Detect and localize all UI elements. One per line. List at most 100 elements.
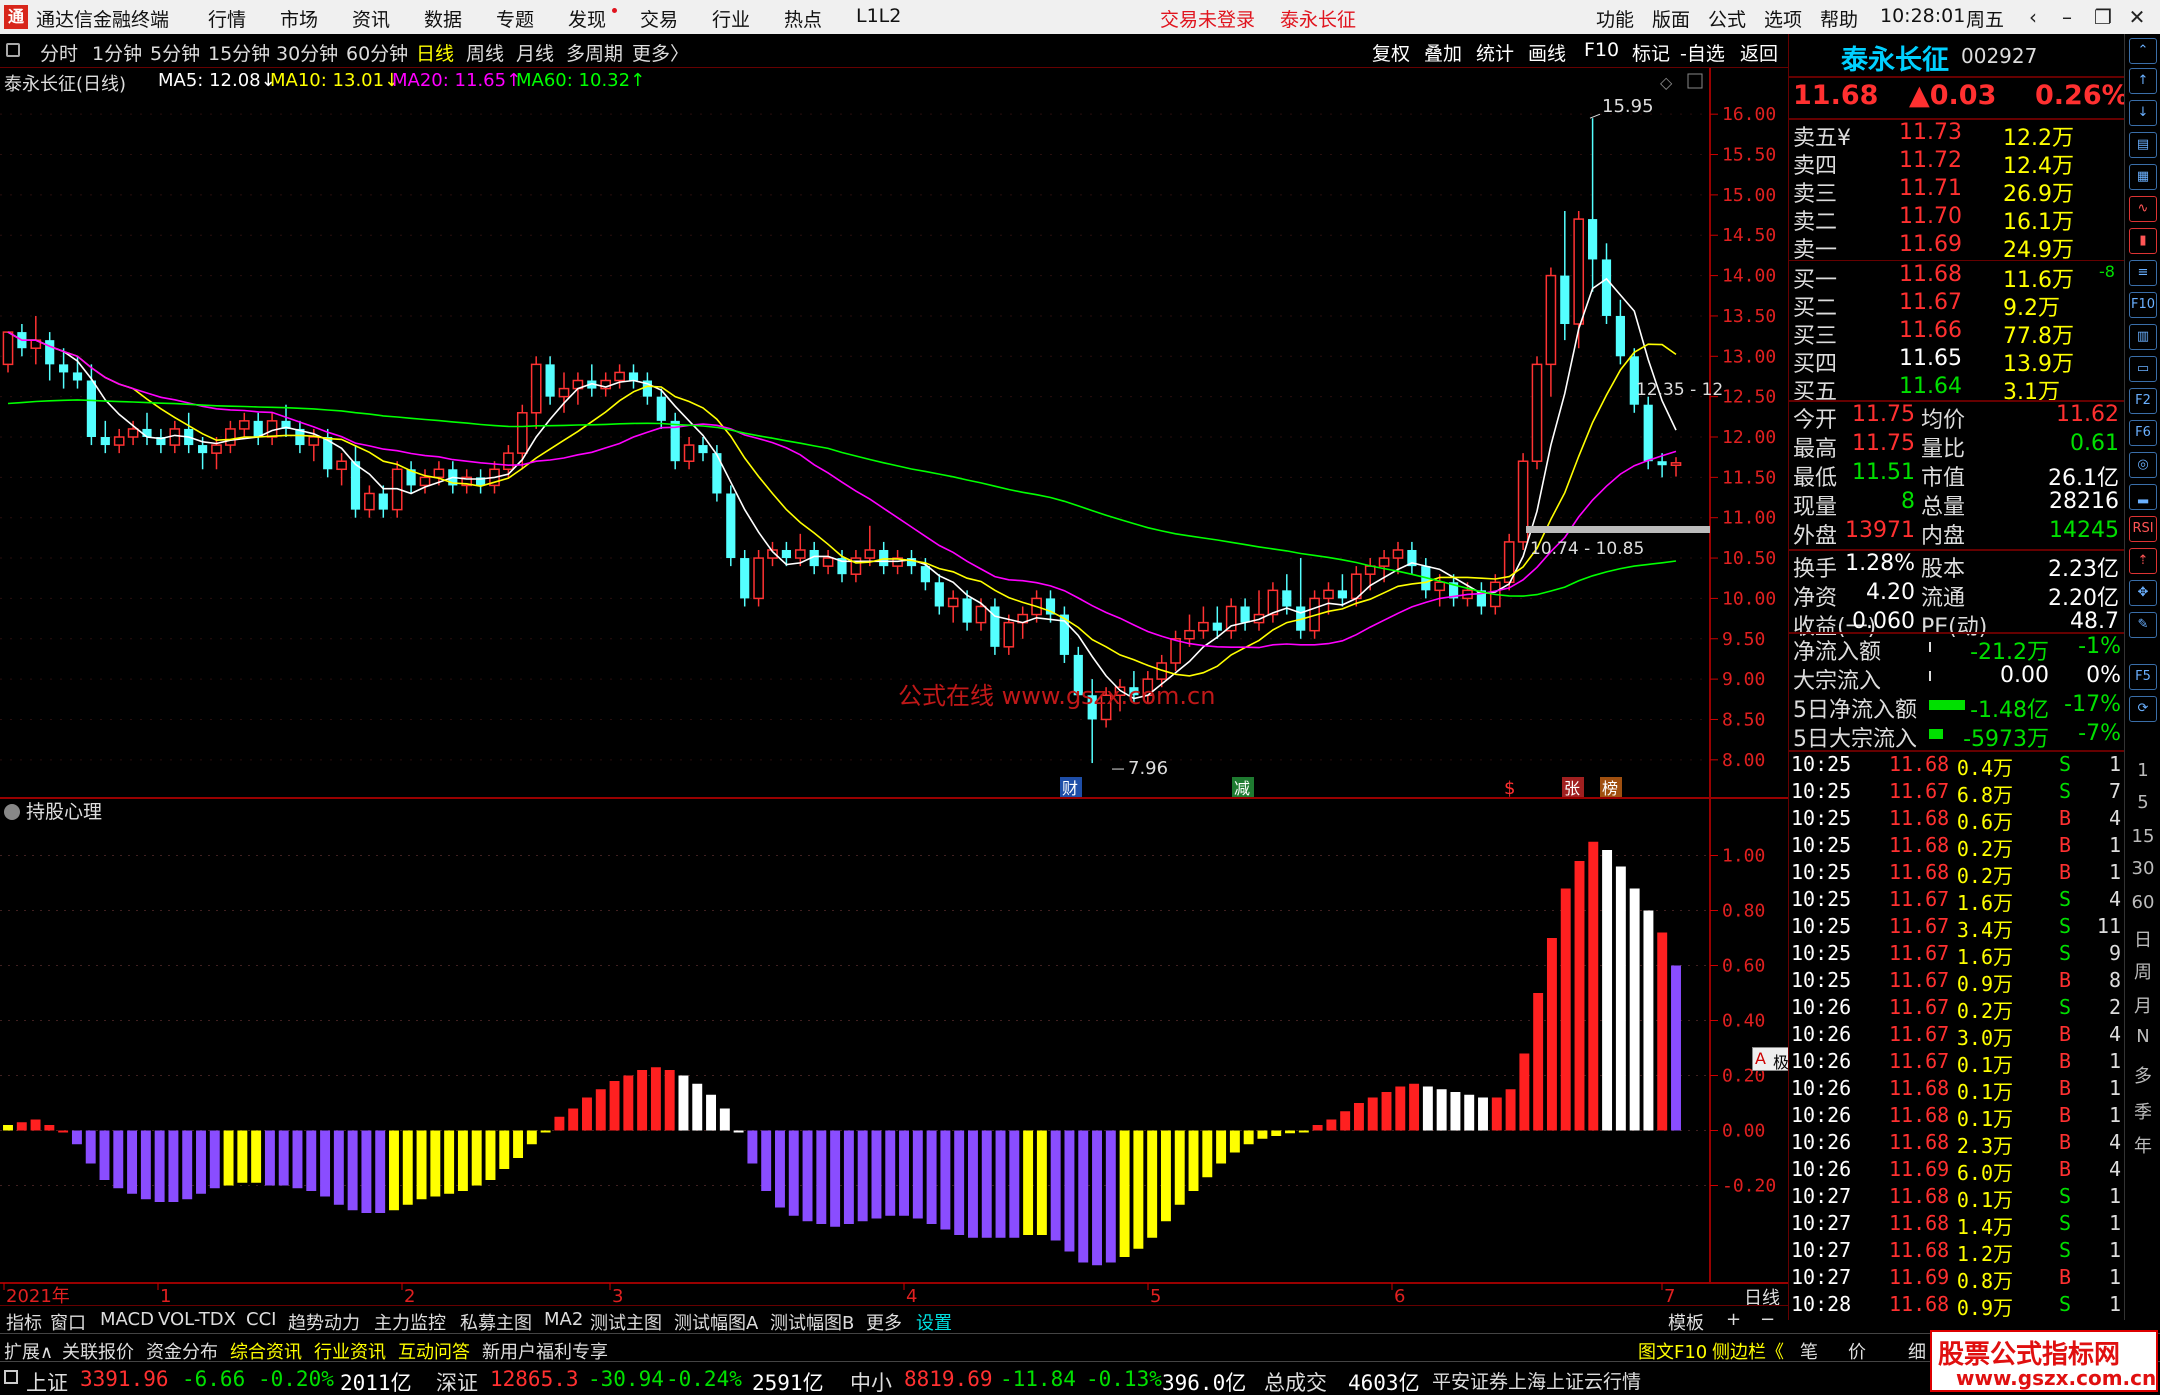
bid-row[interactable]: 买四 11.65 13.9万: [1789, 346, 2125, 377]
back-icon[interactable]: ‹: [2016, 2, 2050, 32]
candle[interactable]: [600, 372, 612, 397]
candle[interactable]: [406, 461, 416, 494]
menu-jiaoyi[interactable]: 交易: [640, 5, 678, 32]
indicator-tab-4[interactable]: CCI: [242, 1309, 280, 1330]
marker-dollar[interactable]: $: [1504, 778, 1515, 799]
ask-row[interactable]: 卖四 11.72 12.4万: [1789, 148, 2125, 179]
minimize-icon[interactable]: –: [2050, 2, 2084, 32]
candle[interactable]: [1240, 598, 1250, 631]
ime-a-icon[interactable]: A: [1755, 1049, 1766, 1068]
indicator-tab-6[interactable]: 主力监控: [370, 1309, 450, 1335]
candle[interactable]: [1615, 299, 1625, 365]
menu-hangye[interactable]: 行业: [712, 5, 750, 32]
indicator-tab-9[interactable]: 测试主图: [586, 1309, 666, 1335]
close-icon[interactable]: ✕: [2120, 2, 2154, 32]
sidebar-period-9[interactable]: 多: [2131, 1062, 2155, 1088]
menu-bangzhu[interactable]: 帮助: [1820, 5, 1858, 32]
sh-label[interactable]: 上证: [26, 1367, 68, 1395]
menu-gongshi[interactable]: 公式: [1708, 5, 1746, 32]
candle[interactable]: [1253, 590, 1265, 631]
candle[interactable]: [670, 412, 680, 470]
arrow-down-icon[interactable]: ↓: [2129, 100, 2157, 126]
marker-cai[interactable]: 财: [1062, 779, 1078, 798]
btn-zixuan[interactable]: -自选: [1680, 39, 1725, 66]
period-30min[interactable]: 30分钟: [276, 39, 338, 66]
target-icon[interactable]: ◎: [2129, 452, 2157, 478]
candle[interactable]: [906, 549, 917, 575]
candle[interactable]: [530, 356, 542, 429]
indicator-tab-11[interactable]: 测试幅图B: [766, 1309, 858, 1335]
ask-row[interactable]: 卖五¥ 11.73 12.2万: [1789, 120, 2125, 151]
menu-hangqing[interactable]: 行情: [208, 5, 246, 32]
refresh-icon[interactable]: ⟳: [2129, 696, 2157, 722]
period-1min[interactable]: 1分钟: [92, 39, 142, 66]
period-5min[interactable]: 5分钟: [150, 39, 200, 66]
indicator-tab-1[interactable]: 窗口: [46, 1309, 90, 1335]
menu-faxian[interactable]: 发现: [568, 5, 606, 32]
candle[interactable]: [740, 549, 750, 607]
candle[interactable]: [726, 485, 736, 567]
grid-icon[interactable]: ▦: [2129, 164, 2157, 190]
chart-canvas[interactable]: 16.00 15.50 15.00 14.50 14.00 13.50 13.00 12.50…: [0, 68, 1788, 1305]
ask-row[interactable]: 卖二 11.70 16.1万: [1789, 204, 2125, 235]
period-fenshi[interactable]: 分时: [40, 39, 78, 66]
template-button[interactable]: 模板: [1664, 1309, 1708, 1335]
candle[interactable]: [364, 485, 375, 518]
arrow-up-icon[interactable]: ↑: [2129, 68, 2157, 94]
f10-icon[interactable]: F10: [2129, 292, 2157, 318]
btn-f10[interactable]: F10: [1584, 39, 1619, 61]
candle[interactable]: [1198, 606, 1209, 639]
candle[interactable]: [1170, 630, 1181, 672]
layers-icon[interactable]: ▤: [2129, 132, 2157, 158]
indicator-tab-12[interactable]: 更多: [862, 1309, 906, 1335]
candle[interactable]: [281, 404, 291, 437]
indicator-tab-3[interactable]: VOL-TDX: [154, 1309, 240, 1330]
period-weekly[interactable]: 周线: [466, 39, 504, 66]
period-multi[interactable]: 多周期: [566, 39, 623, 66]
sz-label[interactable]: 深证: [436, 1367, 478, 1395]
candle[interactable]: [683, 437, 695, 470]
marker-zhang[interactable]: 张: [1564, 779, 1580, 798]
candle[interactable]: [238, 412, 250, 437]
marker-jian[interactable]: 减: [1234, 779, 1250, 798]
candle[interactable]: [1296, 558, 1306, 639]
menu-redian[interactable]: 热点: [784, 5, 822, 32]
candle[interactable]: [169, 420, 181, 454]
sidebar-period-11[interactable]: 年: [2131, 1132, 2155, 1158]
line-chart-icon[interactable]: ∿: [2129, 196, 2157, 222]
doc-icon[interactable]: ▭: [2129, 356, 2157, 382]
bid-row[interactable]: 买一 11.68 11.6万 -8: [1789, 262, 2125, 293]
candle[interactable]: [378, 485, 388, 518]
candle[interactable]: [156, 428, 166, 454]
candle[interactable]: [1643, 396, 1653, 470]
candle[interactable]: [628, 364, 639, 389]
move-icon[interactable]: ✥: [2129, 580, 2157, 606]
candle[interactable]: [211, 437, 222, 470]
menu-l1l2[interactable]: L1L2: [856, 5, 901, 27]
candle[interactable]: [1531, 356, 1543, 470]
candle[interactable]: [545, 356, 555, 405]
candle[interactable]: [476, 469, 486, 494]
rsi-icon[interactable]: RSI: [2129, 516, 2157, 542]
candle[interactable]: [1267, 582, 1279, 623]
indicator-toggle-icon[interactable]: [4, 804, 20, 820]
candle[interactable]: [879, 541, 889, 575]
indicator-tab-7[interactable]: 私募主图: [456, 1309, 536, 1335]
candle[interactable]: [113, 428, 125, 454]
sidebar-period-5[interactable]: 日: [2131, 926, 2155, 952]
candle[interactable]: [1503, 533, 1515, 591]
candle[interactable]: [990, 598, 1000, 655]
candle[interactable]: [1670, 457, 1682, 477]
candle[interactable]: [142, 412, 152, 446]
menu-zhuanti[interactable]: 专题: [496, 5, 534, 32]
candle[interactable]: [350, 445, 361, 518]
indicator-tab-5[interactable]: 趋势动力: [284, 1309, 364, 1335]
candle[interactable]: [45, 332, 55, 381]
candle[interactable]: [184, 412, 194, 454]
btn-fuquan[interactable]: 复权: [1372, 39, 1410, 66]
btn-diejia[interactable]: 叠加: [1424, 39, 1462, 66]
indicator-tab-0[interactable]: 指标: [2, 1309, 46, 1335]
candle[interactable]: [947, 590, 959, 623]
indicator-tab-8[interactable]: MA2: [540, 1309, 587, 1330]
candle[interactable]: [864, 525, 876, 567]
